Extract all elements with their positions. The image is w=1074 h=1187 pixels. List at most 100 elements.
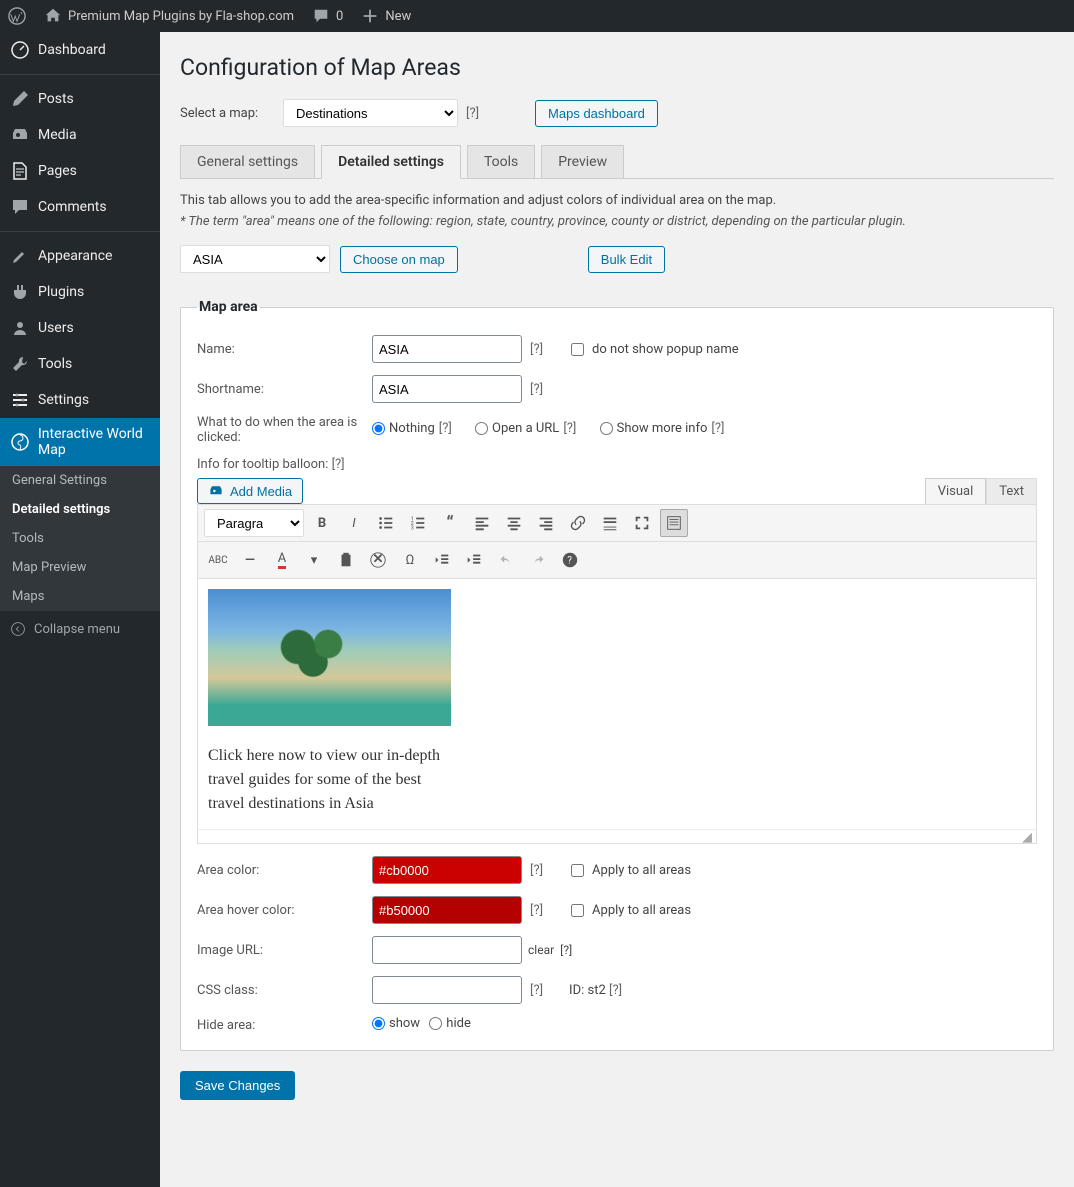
add-media-button[interactable]: Add Media [197,478,303,504]
help-icon[interactable]: [?] [466,106,479,121]
submenu-preview[interactable]: Map Preview [0,553,160,582]
fullscreen-icon[interactable] [628,509,656,537]
menu-interactive-map[interactable]: Interactive World Map [0,418,160,466]
apply-all-color-checkbox[interactable] [571,864,584,877]
redo-icon[interactable] [524,546,552,574]
css-class-input[interactable] [372,976,522,1004]
indent-icon[interactable] [460,546,488,574]
content-text: Click here now to view our in-depth trav… [208,744,458,816]
menu-tools[interactable]: Tools [0,346,160,382]
hover-color-label: Area hover color: [197,903,372,918]
color-dropdown-icon[interactable]: ▾ [300,546,328,574]
tab-general[interactable]: General settings [180,145,315,179]
help-icon[interactable]: [?] [530,983,543,998]
submenu-maps[interactable]: Maps [0,582,160,611]
maps-dashboard-button[interactable]: Maps dashboard [535,100,658,127]
editor-resize-handle[interactable]: ◢ [198,829,1036,843]
no-popup-checkbox[interactable] [571,343,584,356]
strike-icon[interactable]: ABC [204,546,232,574]
hover-color-input[interactable] [372,896,522,924]
hide-show-radio[interactable] [372,1017,385,1030]
choose-on-map-button[interactable]: Choose on map [340,246,458,273]
more-icon[interactable] [596,509,624,537]
content-image[interactable] [208,589,451,726]
bold-icon[interactable]: B [308,509,336,537]
menu-users[interactable]: Users [0,310,160,346]
svg-text:3: 3 [411,525,414,531]
menu-plugins[interactable]: Plugins [0,274,160,310]
hr-icon[interactable]: — [236,546,264,574]
link-icon[interactable] [564,509,592,537]
help-toolbar-icon[interactable]: ? [556,546,584,574]
menu-posts[interactable]: Posts [0,74,160,117]
toolbar-toggle-icon[interactable] [660,509,688,537]
editor-tab-visual[interactable]: Visual [925,478,987,504]
comments-link[interactable]: 0 [312,7,343,25]
save-button[interactable]: Save Changes [180,1071,295,1100]
tabs: General settings Detailed settings Tools… [180,145,1054,179]
menu-media[interactable]: Media [0,117,160,153]
map-area-fieldset: Map area Name: [?] do not show popup nam… [180,291,1054,1051]
shortname-label: Shortname: [197,382,372,397]
italic-icon[interactable]: I [340,509,368,537]
select-map-label: Select a map: [180,106,275,121]
area-select[interactable]: ASIA [180,245,330,273]
align-left-icon[interactable] [468,509,496,537]
wp-logo[interactable] [8,7,26,25]
editor-content[interactable]: Click here now to view our in-depth trav… [198,579,1036,829]
outdent-icon[interactable] [428,546,456,574]
hide-area-label: Hide area: [197,1018,372,1033]
bulk-edit-button[interactable]: Bulk Edit [588,246,665,273]
submenu-general[interactable]: General Settings [0,466,160,495]
clear-link[interactable]: clear [528,943,554,957]
menu-pages[interactable]: Pages [0,153,160,189]
hide-hide-radio[interactable] [429,1017,442,1030]
click-nothing-radio[interactable] [372,422,385,435]
admin-topbar: Premium Map Plugins by Fla-shop.com 0 Ne… [0,0,1074,32]
collapse-menu[interactable]: Collapse menu [0,611,160,647]
menu-appearance[interactable]: Appearance [0,231,160,274]
help-icon[interactable]: [?] [560,943,572,957]
main-content: Configuration of Map Areas Select a map:… [160,32,1074,1187]
menu-comments[interactable]: Comments [0,189,160,225]
apply-all-hover-checkbox[interactable] [571,904,584,917]
wysiwyg-editor: Paragraph B I 123 “ ABC — [197,504,1037,844]
bullet-list-icon[interactable] [372,509,400,537]
area-color-input[interactable] [372,856,522,884]
submenu: General Settings Detailed settings Tools… [0,466,160,611]
tab-preview[interactable]: Preview [541,145,624,179]
click-url-radio[interactable] [475,422,488,435]
id-label: ID: st2 [?] [569,983,622,998]
clear-format-icon[interactable] [364,546,392,574]
name-input[interactable] [372,335,522,363]
tab-tools[interactable]: Tools [467,145,535,179]
paste-icon[interactable] [332,546,360,574]
image-url-input[interactable] [372,936,522,964]
menu-settings[interactable]: Settings [0,382,160,418]
new-link[interactable]: New [361,7,411,25]
submenu-tools[interactable]: Tools [0,524,160,553]
site-link[interactable]: Premium Map Plugins by Fla-shop.com [44,7,294,25]
menu-dashboard[interactable]: Dashboard [0,32,160,68]
click-label: What to do when the area is clicked: [197,415,372,445]
help-icon[interactable]: [?] [530,863,543,878]
tab-detailed[interactable]: Detailed settings [321,145,461,179]
special-char-icon[interactable]: Ω [396,546,424,574]
align-right-icon[interactable] [532,509,560,537]
help-icon[interactable]: [?] [530,382,543,397]
align-center-icon[interactable] [500,509,528,537]
info-label: Info for tooltip balloon: [197,457,328,472]
click-more-radio[interactable] [600,422,613,435]
help-icon[interactable]: [?] [530,342,543,357]
help-icon[interactable]: [?] [530,903,543,918]
map-select[interactable]: Destinations [283,99,458,127]
undo-icon[interactable] [492,546,520,574]
editor-tab-text[interactable]: Text [986,478,1037,504]
numbered-list-icon[interactable]: 123 [404,509,432,537]
svg-text:?: ? [567,556,572,567]
submenu-detailed[interactable]: Detailed settings [0,495,160,524]
format-select[interactable]: Paragraph [204,509,304,537]
shortname-input[interactable] [372,375,522,403]
quote-icon[interactable]: “ [436,509,464,537]
text-color-icon[interactable]: A [268,546,296,574]
